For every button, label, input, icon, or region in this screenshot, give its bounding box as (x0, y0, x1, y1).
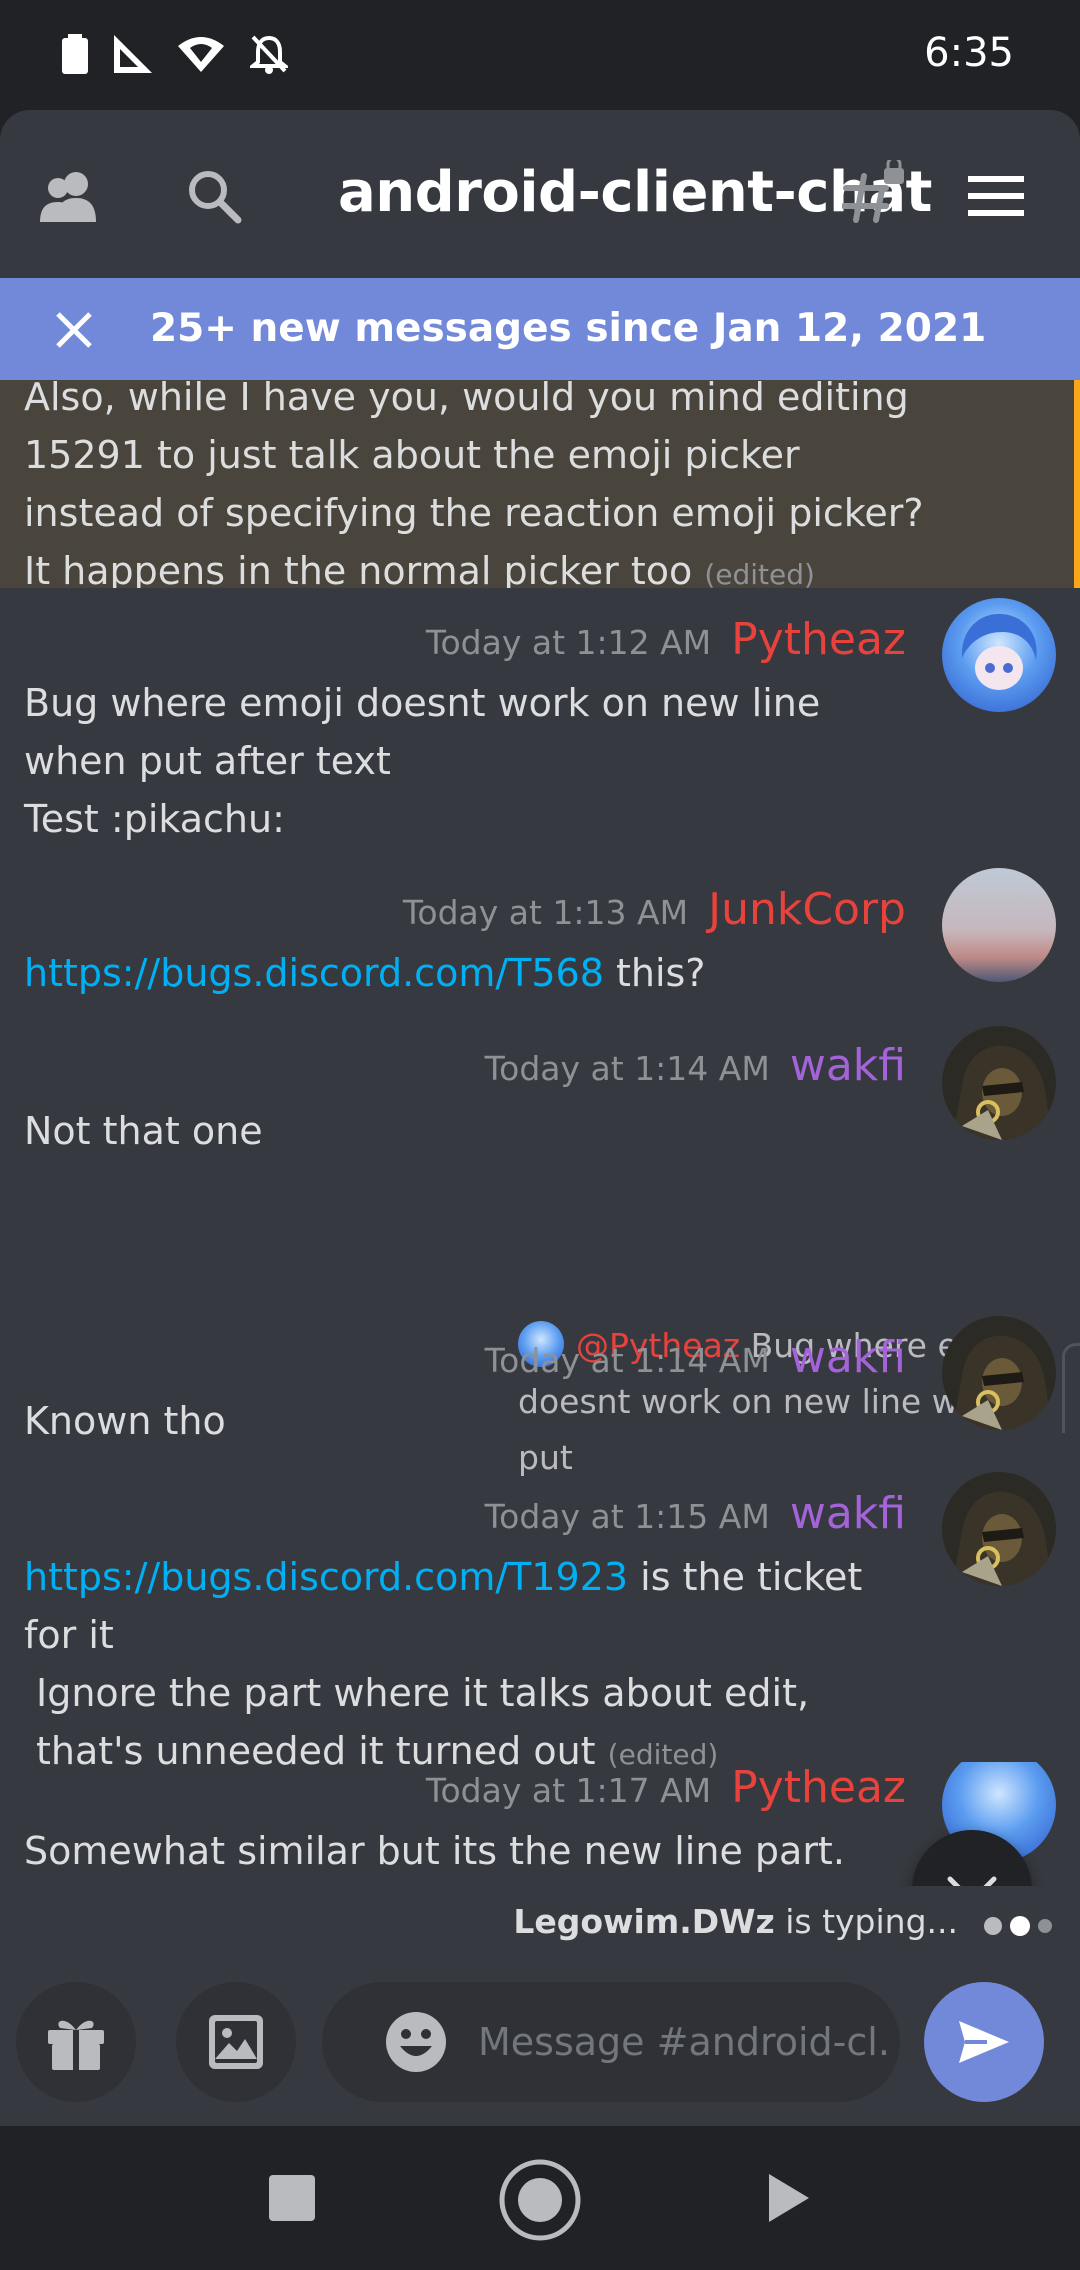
avatar[interactable] (942, 1472, 1056, 1586)
message-author[interactable]: Pytheaz (731, 1762, 906, 1813)
message-meta: Today at 1:17 AM Pytheaz (426, 1762, 906, 1813)
message-meta: Today at 1:13 AM JunkCorp (403, 884, 906, 935)
channel-header: android-client-chat (0, 110, 1080, 278)
message-timestamp: Today at 1:13 AM (402, 893, 689, 932)
send-icon (959, 2021, 1009, 2063)
chat-screen: android-client-chat 25+ new messages sin… (0, 110, 1080, 2125)
typing-suffix: is typing... (774, 1902, 958, 1941)
clock: 6:35 (924, 30, 1014, 76)
message-line: Bug where emoji doesnt work on new line … (24, 681, 821, 783)
typing-dots (984, 1916, 1052, 1936)
new-messages-banner[interactable]: 25+ new messages since Jan 12, 2021 (0, 278, 1080, 380)
wifi-icon (178, 36, 224, 76)
message-text: Also, while I have you, would you mind e… (24, 380, 924, 588)
message-input-container[interactable] (322, 1982, 900, 2102)
message-timestamp: Today at 1:14 AM (484, 1341, 770, 1380)
message-timestamp: Today at 1:17 AM (425, 1771, 712, 1810)
square-icon (269, 2175, 315, 2221)
gift-icon (48, 2020, 104, 2070)
message-timestamp: Today at 1:12 AM (425, 623, 712, 662)
message-content: https://bugs.discord.com/T568 this? (24, 944, 914, 1002)
gift-button[interactable] (16, 1982, 136, 2102)
search-icon[interactable] (182, 164, 246, 228)
image-icon (209, 2015, 263, 2069)
typing-indicator: Legowim.DWz is typing... (0, 1886, 1080, 1958)
avatar[interactable] (942, 1026, 1056, 1140)
message-link[interactable]: https://bugs.discord.com/T1923 (24, 1555, 628, 1599)
message-timestamp: Today at 1:15 AM (484, 1497, 770, 1536)
avatar[interactable] (942, 868, 1056, 982)
highlighted-message[interactable]: Also, while I have you, would you mind e… (0, 380, 1080, 588)
avatar[interactable] (942, 1316, 1056, 1430)
reply-connector (1062, 1343, 1080, 1433)
locked-channel-icon (842, 160, 906, 224)
message-composer (0, 1958, 1080, 2126)
recents-button[interactable] (252, 2158, 332, 2238)
send-button[interactable] (924, 1982, 1044, 2102)
close-icon[interactable] (52, 308, 96, 352)
message-text: this? (603, 951, 706, 995)
message-meta: Today at 1:12 AM Pytheaz (426, 614, 906, 665)
home-button[interactable] (498, 2158, 582, 2242)
message-timestamp: Today at 1:14 AM (484, 1049, 770, 1088)
new-messages-text: 25+ new messages since Jan 12, 2021 (150, 306, 987, 351)
status-bar: 6:35 (0, 0, 1080, 110)
message-content: Not that one (24, 1109, 263, 1153)
message-content: Known tho (24, 1399, 226, 1443)
battery-icon (62, 34, 88, 78)
message-author[interactable]: wakfi (790, 1488, 906, 1539)
back-button[interactable] (748, 2158, 828, 2238)
message-input[interactable] (478, 2012, 888, 2072)
message-line: Test :pikachu: (24, 797, 285, 841)
message-content: Somewhat similar but its the new line pa… (24, 1829, 845, 1873)
message-meta: Today at 1:14 AM wakfi (485, 1332, 906, 1383)
members-icon[interactable] (38, 164, 102, 228)
attach-image-button[interactable] (176, 1982, 296, 2102)
message-author[interactable]: wakfi (790, 1332, 906, 1383)
emoji-icon[interactable] (384, 2010, 448, 2074)
message-meta: Today at 1:15 AM wakfi (485, 1488, 906, 1539)
message-content: Bug where emoji doesnt work on new line … (24, 674, 914, 848)
message-author[interactable]: Pytheaz (731, 614, 906, 665)
message-content: https://bugs.discord.com/T1923 is the ti… (24, 1548, 914, 1784)
system-nav-bar (0, 2126, 1080, 2270)
message-content: Also, while I have you, would you mind e… (24, 380, 924, 588)
notifications-off-icon (247, 34, 291, 78)
message-meta: Today at 1:14 AM wakfi (485, 1040, 906, 1091)
typing-user: Legowim.DWz (513, 1902, 775, 1941)
message-author[interactable]: wakfi (790, 1040, 906, 1091)
message-link[interactable]: https://bugs.discord.com/T568 (24, 951, 604, 995)
edited-label: (edited) (704, 558, 815, 588)
triangle-icon (769, 2174, 809, 2222)
signal-icon (114, 35, 152, 77)
message-author[interactable]: JunkCorp (708, 884, 906, 935)
typing-text: Legowim.DWz is typing... (513, 1902, 958, 1941)
circle-icon (499, 2159, 581, 2241)
avatar[interactable] (942, 598, 1056, 712)
menu-icon[interactable] (964, 164, 1028, 228)
